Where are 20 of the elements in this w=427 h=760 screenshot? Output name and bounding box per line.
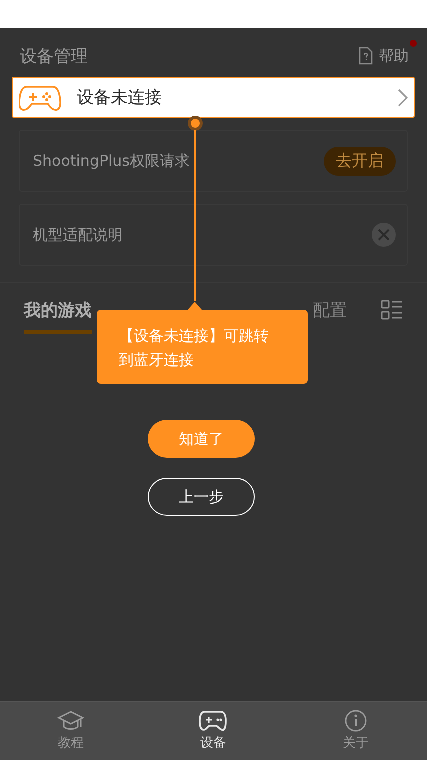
nav-item[interactable]: 关于 <box>316 710 396 752</box>
back-button[interactable]: 上一步 <box>148 478 255 516</box>
help-button[interactable]: 帮助 <box>359 46 409 66</box>
list-view-icon[interactable] <box>381 300 403 320</box>
device-status-row[interactable]: 设备未连接 <box>12 77 415 118</box>
info-icon <box>344 710 367 732</box>
gamepad-icon <box>199 710 228 732</box>
nav-item[interactable]: 设备 <box>173 710 254 752</box>
gamepad-icon <box>19 84 61 112</box>
card-label: ShootingPlus权限请求 <box>33 152 190 170</box>
page-title: 设备管理 <box>20 46 88 68</box>
nav-item[interactable]: 教程 <box>31 710 112 752</box>
document-icon <box>359 47 373 65</box>
enable-button[interactable]: 去开启 <box>324 146 396 176</box>
tab[interactable]: 我的游戏 <box>24 299 92 334</box>
chevron-icon <box>398 88 408 106</box>
tooltip-text: 【设备未连接】可跳转到蓝牙连接 <box>119 326 270 371</box>
card-label: 机型适配说明 <box>33 226 123 244</box>
tab[interactable]: 配置 <box>313 299 347 334</box>
graduation-cap-icon <box>57 710 86 732</box>
